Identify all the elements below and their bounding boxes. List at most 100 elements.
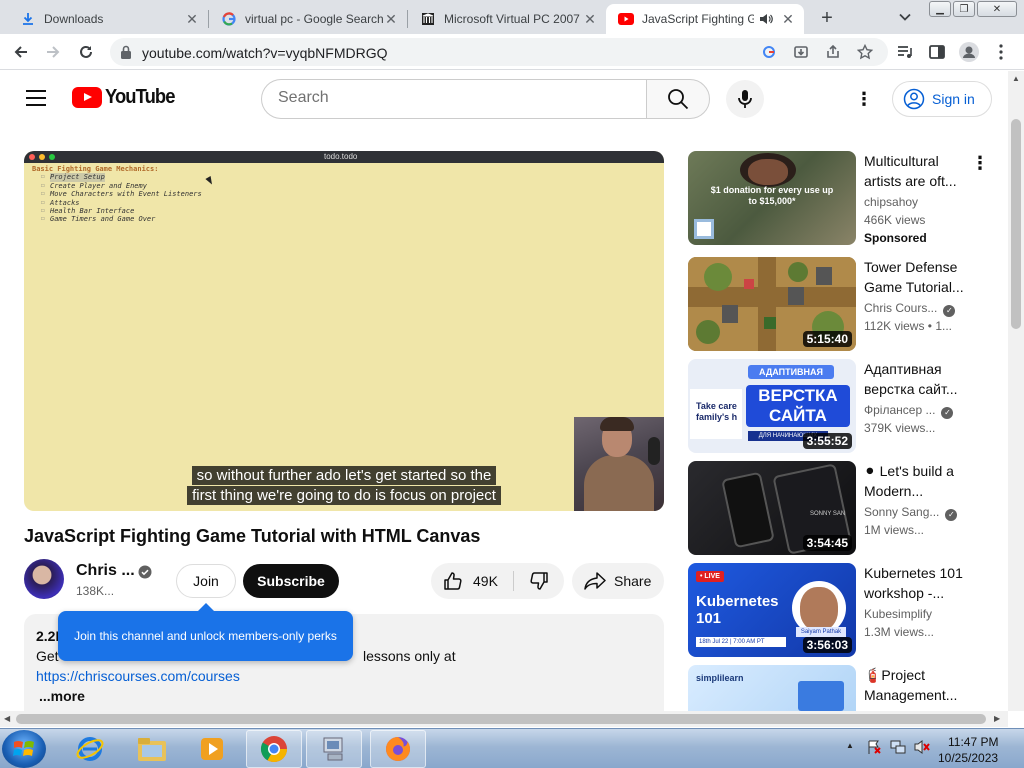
new-tab-plus-icon[interactable]: +: [814, 6, 840, 30]
youtube-play-icon: [72, 87, 102, 108]
close-icon[interactable]: ✕: [582, 11, 598, 27]
share-arrow-icon: [584, 572, 606, 590]
browser-menu-icon[interactable]: [991, 42, 1011, 62]
recommended-video[interactable]: 5:15:40 Tower Defense Game Tutorial... C…: [688, 257, 998, 351]
thumbnail-text: simplilearn: [696, 673, 744, 683]
channel-avatar[interactable]: [24, 559, 64, 599]
description-text: Get: [36, 648, 59, 664]
recommended-channel: Фрілансер ... ✓: [864, 403, 954, 419]
search-box[interactable]: [261, 79, 647, 119]
google-lens-icon[interactable]: [760, 43, 778, 61]
scroll-right-arrow-icon[interactable]: ▶: [994, 714, 1000, 723]
reload-icon[interactable]: [74, 40, 98, 64]
voice-search-button[interactable]: [726, 80, 764, 118]
tab-youtube-active[interactable]: JavaScript Fighting G ✕: [606, 4, 804, 34]
recommended-title[interactable]: 🧯Project Management...: [864, 665, 976, 705]
audio-playing-icon[interactable]: [758, 11, 774, 27]
recommended-title[interactable]: Kubernetes 101 workshop -...: [864, 563, 976, 603]
side-panel-icon[interactable]: [927, 42, 947, 62]
recommended-title[interactable]: Multicultural artists are oft...: [864, 151, 976, 191]
media-player-icon[interactable]: [190, 730, 234, 768]
recommended-video[interactable]: $1 donation for every use up to $15,000*…: [688, 151, 998, 245]
bookmark-star-icon[interactable]: [856, 43, 874, 61]
recommended-channel: Kubesimplify: [864, 607, 933, 621]
internet-explorer-icon[interactable]: [68, 730, 112, 768]
back-arrow-icon[interactable]: [9, 40, 33, 64]
scroll-up-arrow-icon[interactable]: ▲: [1012, 74, 1020, 83]
file-explorer-icon[interactable]: [130, 730, 174, 768]
recommended-title[interactable]: Адаптивная верстка сайт...: [864, 359, 976, 399]
youtube-logo[interactable]: YouTube: [72, 86, 181, 109]
show-more-button[interactable]: ...more: [39, 688, 85, 704]
lock-icon[interactable]: [120, 45, 134, 59]
video-thumbnail[interactable]: АДАПТИВНАЯ ВЕРСТКА САЙТА Take care famil…: [688, 359, 856, 453]
show-hidden-icons-arrow[interactable]: ▲: [846, 741, 854, 750]
firefox-taskbar-button[interactable]: [370, 730, 426, 768]
description-text: lessons only at: [363, 648, 456, 664]
network-icon[interactable]: [890, 739, 906, 755]
recommended-video[interactable]: SONNY SAN 3:54:45 ⚫ Let's build a Modern…: [688, 461, 998, 555]
virtual-pc-taskbar-button[interactable]: [306, 730, 362, 768]
volume-muted-icon[interactable]: [914, 739, 930, 755]
video-thumbnail[interactable]: SONNY SAN 3:54:45: [688, 461, 856, 555]
thumbnail-text: ВЕРСТКА САЙТА: [746, 385, 850, 427]
chrome-taskbar-button[interactable]: [246, 730, 302, 768]
start-button[interactable]: [2, 730, 46, 768]
description-link[interactable]: https://chriscourses.com/courses: [36, 668, 240, 684]
scrollbar-thumb[interactable]: [16, 714, 986, 724]
vertical-scrollbar[interactable]: ▲: [1008, 71, 1024, 711]
more-options-icon[interactable]: ⋮: [852, 87, 876, 111]
todo-list: Basic Fighting Game Mechanics: Project S…: [32, 165, 202, 224]
hamburger-menu-icon[interactable]: [26, 90, 46, 106]
recommended-meta: 379K views...: [864, 421, 936, 435]
close-icon[interactable]: ✕: [780, 11, 796, 27]
video-thumbnail[interactable]: • LIVE Kubernetes 101 Saiyam Pathak 18th…: [688, 563, 856, 657]
media-control-icon[interactable]: [895, 42, 915, 62]
search-button[interactable]: [646, 79, 710, 119]
share-page-icon[interactable]: [824, 43, 842, 61]
action-center-flag-icon[interactable]: [866, 739, 882, 755]
horizontal-scrollbar[interactable]: ◀ ▶: [0, 711, 1008, 727]
window-close-button[interactable]: ✕: [977, 1, 1017, 17]
sign-in-button[interactable]: Sign in: [892, 81, 992, 117]
recommended-video[interactable]: • LIVE Kubernetes 101 Saiyam Pathak 18th…: [688, 563, 998, 657]
video-thumbnail[interactable]: 5:15:40: [688, 257, 856, 351]
close-icon[interactable]: ✕: [383, 11, 399, 27]
tab-google-search[interactable]: virtual pc - Google Search ✕: [209, 4, 407, 34]
close-icon[interactable]: ✕: [184, 11, 200, 27]
search-input[interactable]: [278, 89, 628, 107]
window-restore-button[interactable]: ❐: [953, 1, 975, 17]
recommended-title[interactable]: Tower Defense Game Tutorial...: [864, 257, 976, 297]
share-button[interactable]: Share: [572, 563, 664, 599]
url-text[interactable]: youtube.com/watch?v=vyqbNFMDRGQ: [142, 45, 387, 61]
forward-arrow-icon[interactable]: [41, 40, 65, 64]
install-app-icon[interactable]: [792, 43, 810, 61]
tab-downloads[interactable]: Downloads ✕: [8, 4, 208, 34]
subscribe-button[interactable]: Subscribe: [243, 564, 339, 598]
join-button[interactable]: Join: [176, 564, 236, 598]
clock-time[interactable]: 11:47 PM: [948, 735, 998, 749]
address-bar[interactable]: youtube.com/watch?v=vyqbNFMDRGQ: [110, 38, 888, 66]
video-thumbnail[interactable]: simplilearn: [688, 665, 856, 711]
recommended-video[interactable]: АДАПТИВНАЯ ВЕРСТКА САЙТА Take care famil…: [688, 359, 998, 453]
channel-name[interactable]: Chris ...: [76, 562, 135, 580]
video-thumbnail[interactable]: $1 donation for every use up to $15,000*: [688, 151, 856, 245]
clock-date[interactable]: 10/25/2023: [938, 751, 998, 765]
more-options-icon[interactable]: ⋮: [971, 153, 989, 174]
window-minimize-button[interactable]: ▁: [929, 1, 951, 17]
like-button[interactable]: 49K: [431, 563, 513, 599]
window-light: [29, 154, 35, 160]
google-icon: [221, 11, 237, 27]
recommended-video[interactable]: simplilearn 🧯Project Management...: [688, 665, 998, 711]
account-circle-icon: [903, 88, 925, 110]
tab-virtual-pc[interactable]: Microsoft Virtual PC 2007 ✕: [408, 4, 606, 34]
recommended-title[interactable]: ⚫ Let's build a Modern...: [864, 461, 976, 501]
video-player[interactable]: todo.todo Basic Fighting Game Mechanics:…: [24, 151, 664, 511]
profile-avatar-icon[interactable]: [959, 42, 979, 62]
scroll-left-arrow-icon[interactable]: ◀: [4, 714, 10, 723]
mouse-cursor-icon: [205, 176, 215, 186]
tab-title: virtual pc - Google Search: [245, 12, 383, 26]
chevron-down-icon[interactable]: [894, 8, 916, 26]
scrollbar-thumb[interactable]: [1011, 119, 1021, 329]
dislike-button[interactable]: [514, 563, 564, 599]
